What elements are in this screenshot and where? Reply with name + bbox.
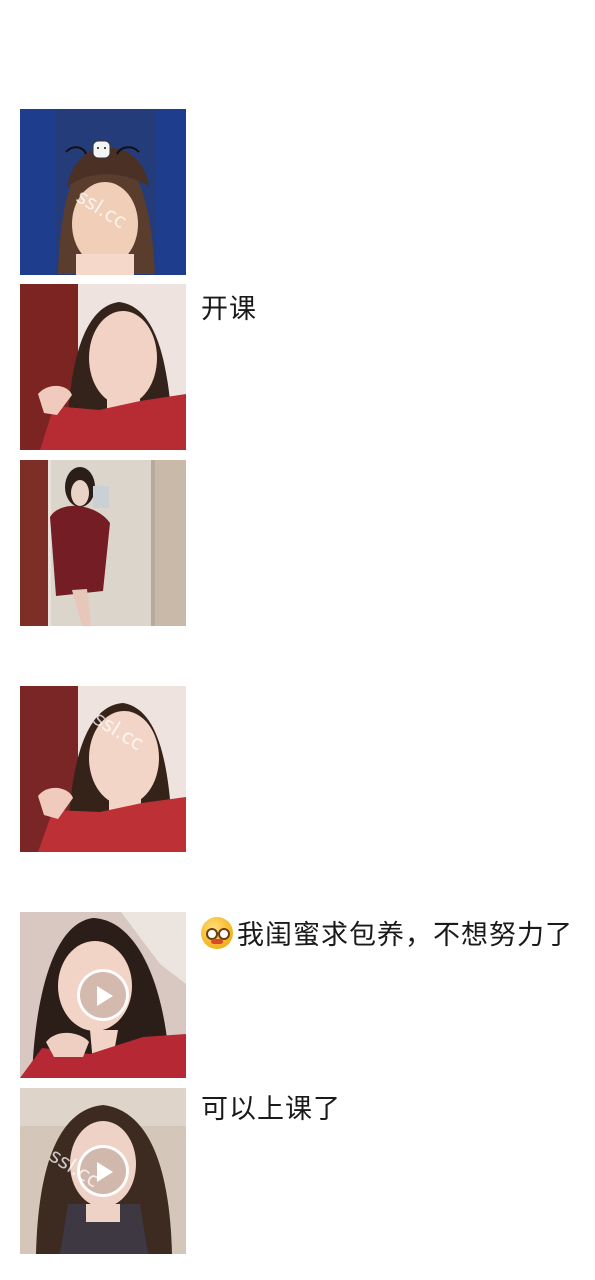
cat-doodle-icon: [65, 140, 140, 159]
caption-5: 我闺蜜求包养，不想努力了: [201, 914, 581, 958]
video-thumbnail-5[interactable]: [20, 912, 186, 1078]
nerd-face-emoji: [201, 917, 233, 949]
caption-6: 可以上课了: [201, 1094, 341, 1125]
play-icon: [97, 1162, 113, 1182]
post-2: 开课: [20, 284, 580, 450]
post-3: [20, 460, 580, 626]
play-button[interactable]: [77, 1145, 129, 1197]
photo-thumbnail-1[interactable]: ssl.cc: [20, 109, 186, 275]
photo-thumbnail-4[interactable]: ssl.cc: [20, 686, 186, 852]
photo-thumbnail-3[interactable]: [20, 460, 186, 626]
post-1: ssl.cc: [20, 109, 580, 275]
post-4: ssl.cc: [20, 686, 580, 852]
post-5: 我闺蜜求包养，不想努力了: [20, 912, 580, 1078]
photo-thumbnail-2[interactable]: [20, 284, 186, 450]
play-button[interactable]: [77, 969, 129, 1021]
chat-feed: ssl.cc 开课 ssl.cc 我闺蜜求包养，不想努力了 ssl.cc 可以上…: [0, 0, 595, 1280]
caption-5-text: 我闺蜜求包养，不想努力了: [237, 920, 573, 951]
post-6: ssl.cc 可以上课了: [20, 1088, 580, 1254]
video-thumbnail-6[interactable]: ssl.cc: [20, 1088, 186, 1254]
play-icon: [97, 986, 113, 1006]
caption-2: 开课: [201, 294, 257, 325]
